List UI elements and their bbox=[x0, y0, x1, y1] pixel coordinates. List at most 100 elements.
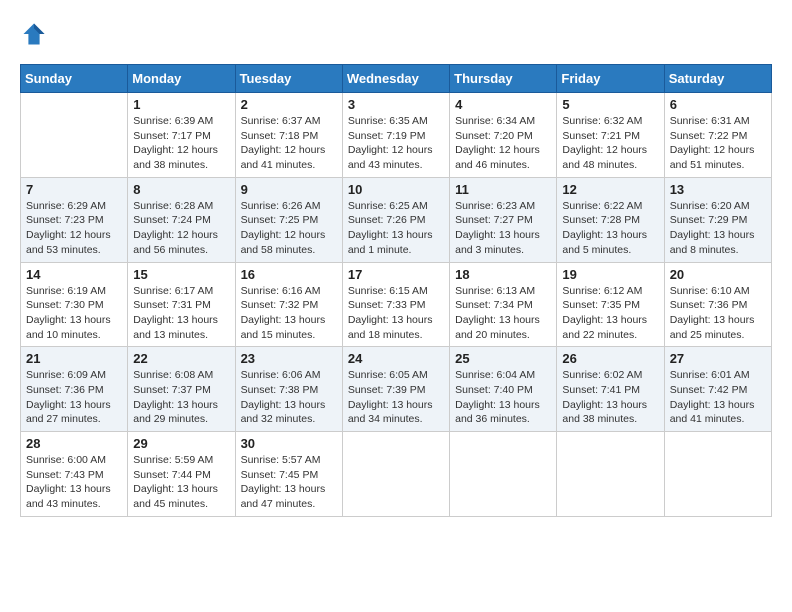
day-number: 16 bbox=[241, 267, 337, 282]
weekday-header: Saturday bbox=[664, 65, 771, 93]
day-info: Sunrise: 6:01 AMSunset: 7:42 PMDaylight:… bbox=[670, 368, 766, 427]
calendar-cell: 16 Sunrise: 6:16 AMSunset: 7:32 PMDayligh… bbox=[235, 262, 342, 347]
day-info: Sunrise: 6:00 AMSunset: 7:43 PMDaylight:… bbox=[26, 453, 122, 512]
calendar-cell: 27 Sunrise: 6:01 AMSunset: 7:42 PMDayligh… bbox=[664, 347, 771, 432]
calendar-cell: 5 Sunrise: 6:32 AMSunset: 7:21 PMDaylight… bbox=[557, 93, 664, 178]
day-info: Sunrise: 6:29 AMSunset: 7:23 PMDaylight:… bbox=[26, 199, 122, 258]
day-number: 3 bbox=[348, 97, 444, 112]
day-info: Sunrise: 6:05 AMSunset: 7:39 PMDaylight:… bbox=[348, 368, 444, 427]
calendar-cell: 4 Sunrise: 6:34 AMSunset: 7:20 PMDaylight… bbox=[450, 93, 557, 178]
day-info: Sunrise: 5:57 AMSunset: 7:45 PMDaylight:… bbox=[241, 453, 337, 512]
day-number: 24 bbox=[348, 351, 444, 366]
logo bbox=[20, 20, 52, 48]
calendar-cell: 14 Sunrise: 6:19 AMSunset: 7:30 PMDayligh… bbox=[21, 262, 128, 347]
day-number: 8 bbox=[133, 182, 229, 197]
day-info: Sunrise: 6:37 AMSunset: 7:18 PMDaylight:… bbox=[241, 114, 337, 173]
day-info: Sunrise: 6:26 AMSunset: 7:25 PMDaylight:… bbox=[241, 199, 337, 258]
calendar-cell bbox=[21, 93, 128, 178]
calendar-week-row: 1 Sunrise: 6:39 AMSunset: 7:17 PMDaylight… bbox=[21, 93, 772, 178]
day-info: Sunrise: 6:34 AMSunset: 7:20 PMDaylight:… bbox=[455, 114, 551, 173]
day-info: Sunrise: 6:17 AMSunset: 7:31 PMDaylight:… bbox=[133, 284, 229, 343]
day-number: 29 bbox=[133, 436, 229, 451]
day-number: 28 bbox=[26, 436, 122, 451]
calendar-cell bbox=[557, 432, 664, 517]
weekday-header: Sunday bbox=[21, 65, 128, 93]
day-number: 1 bbox=[133, 97, 229, 112]
day-info: Sunrise: 6:13 AMSunset: 7:34 PMDaylight:… bbox=[455, 284, 551, 343]
day-number: 25 bbox=[455, 351, 551, 366]
day-number: 10 bbox=[348, 182, 444, 197]
day-number: 30 bbox=[241, 436, 337, 451]
calendar-cell: 13 Sunrise: 6:20 AMSunset: 7:29 PMDayligh… bbox=[664, 177, 771, 262]
calendar-cell: 15 Sunrise: 6:17 AMSunset: 7:31 PMDayligh… bbox=[128, 262, 235, 347]
day-info: Sunrise: 6:32 AMSunset: 7:21 PMDaylight:… bbox=[562, 114, 658, 173]
calendar-cell: 21 Sunrise: 6:09 AMSunset: 7:36 PMDayligh… bbox=[21, 347, 128, 432]
calendar-cell: 30 Sunrise: 5:57 AMSunset: 7:45 PMDayligh… bbox=[235, 432, 342, 517]
weekday-header: Wednesday bbox=[342, 65, 449, 93]
calendar-header-row: SundayMondayTuesdayWednesdayThursdayFrid… bbox=[21, 65, 772, 93]
calendar-cell: 11 Sunrise: 6:23 AMSunset: 7:27 PMDayligh… bbox=[450, 177, 557, 262]
day-number: 5 bbox=[562, 97, 658, 112]
day-number: 17 bbox=[348, 267, 444, 282]
day-number: 2 bbox=[241, 97, 337, 112]
day-info: Sunrise: 6:15 AMSunset: 7:33 PMDaylight:… bbox=[348, 284, 444, 343]
calendar-cell: 10 Sunrise: 6:25 AMSunset: 7:26 PMDayligh… bbox=[342, 177, 449, 262]
calendar-cell: 20 Sunrise: 6:10 AMSunset: 7:36 PMDayligh… bbox=[664, 262, 771, 347]
day-number: 21 bbox=[26, 351, 122, 366]
weekday-header: Thursday bbox=[450, 65, 557, 93]
calendar-cell bbox=[450, 432, 557, 517]
day-number: 18 bbox=[455, 267, 551, 282]
calendar-cell: 7 Sunrise: 6:29 AMSunset: 7:23 PMDaylight… bbox=[21, 177, 128, 262]
day-info: Sunrise: 6:12 AMSunset: 7:35 PMDaylight:… bbox=[562, 284, 658, 343]
day-info: Sunrise: 6:19 AMSunset: 7:30 PMDaylight:… bbox=[26, 284, 122, 343]
day-number: 27 bbox=[670, 351, 766, 366]
calendar-cell: 29 Sunrise: 5:59 AMSunset: 7:44 PMDayligh… bbox=[128, 432, 235, 517]
day-number: 13 bbox=[670, 182, 766, 197]
day-number: 11 bbox=[455, 182, 551, 197]
calendar-cell: 17 Sunrise: 6:15 AMSunset: 7:33 PMDayligh… bbox=[342, 262, 449, 347]
day-number: 9 bbox=[241, 182, 337, 197]
day-info: Sunrise: 6:20 AMSunset: 7:29 PMDaylight:… bbox=[670, 199, 766, 258]
calendar-cell: 1 Sunrise: 6:39 AMSunset: 7:17 PMDaylight… bbox=[128, 93, 235, 178]
day-info: Sunrise: 6:06 AMSunset: 7:38 PMDaylight:… bbox=[241, 368, 337, 427]
day-info: Sunrise: 6:09 AMSunset: 7:36 PMDaylight:… bbox=[26, 368, 122, 427]
weekday-header: Tuesday bbox=[235, 65, 342, 93]
calendar-cell: 8 Sunrise: 6:28 AMSunset: 7:24 PMDaylight… bbox=[128, 177, 235, 262]
calendar-cell: 9 Sunrise: 6:26 AMSunset: 7:25 PMDaylight… bbox=[235, 177, 342, 262]
day-info: Sunrise: 6:25 AMSunset: 7:26 PMDaylight:… bbox=[348, 199, 444, 258]
day-info: Sunrise: 6:35 AMSunset: 7:19 PMDaylight:… bbox=[348, 114, 444, 173]
calendar-week-row: 14 Sunrise: 6:19 AMSunset: 7:30 PMDayligh… bbox=[21, 262, 772, 347]
day-info: Sunrise: 6:31 AMSunset: 7:22 PMDaylight:… bbox=[670, 114, 766, 173]
day-info: Sunrise: 6:10 AMSunset: 7:36 PMDaylight:… bbox=[670, 284, 766, 343]
day-number: 12 bbox=[562, 182, 658, 197]
calendar-week-row: 28 Sunrise: 6:00 AMSunset: 7:43 PMDayligh… bbox=[21, 432, 772, 517]
calendar-cell bbox=[342, 432, 449, 517]
day-number: 14 bbox=[26, 267, 122, 282]
day-info: Sunrise: 6:16 AMSunset: 7:32 PMDaylight:… bbox=[241, 284, 337, 343]
day-info: Sunrise: 6:39 AMSunset: 7:17 PMDaylight:… bbox=[133, 114, 229, 173]
calendar-cell: 19Sunrise: 6:12 AMSunset: 7:35 PMDayligh… bbox=[557, 262, 664, 347]
day-number: 6 bbox=[670, 97, 766, 112]
day-number: 23 bbox=[241, 351, 337, 366]
day-info: Sunrise: 6:08 AMSunset: 7:37 PMDaylight:… bbox=[133, 368, 229, 427]
day-number: 26 bbox=[562, 351, 658, 366]
calendar-cell: 28 Sunrise: 6:00 AMSunset: 7:43 PMDayligh… bbox=[21, 432, 128, 517]
day-info: Sunrise: 6:02 AMSunset: 7:41 PMDaylight:… bbox=[562, 368, 658, 427]
day-info: Sunrise: 6:04 AMSunset: 7:40 PMDaylight:… bbox=[455, 368, 551, 427]
calendar-cell: 22Sunrise: 6:08 AMSunset: 7:37 PMDayligh… bbox=[128, 347, 235, 432]
calendar-cell: 25 Sunrise: 6:04 AMSunset: 7:40 PMDayligh… bbox=[450, 347, 557, 432]
day-info: Sunrise: 6:23 AMSunset: 7:27 PMDaylight:… bbox=[455, 199, 551, 258]
day-number: 15 bbox=[133, 267, 229, 282]
calendar-cell: 23 Sunrise: 6:06 AMSunset: 7:38 PMDayligh… bbox=[235, 347, 342, 432]
day-info: Sunrise: 5:59 AMSunset: 7:44 PMDaylight:… bbox=[133, 453, 229, 512]
day-info: Sunrise: 6:28 AMSunset: 7:24 PMDaylight:… bbox=[133, 199, 229, 258]
calendar-cell: 3 Sunrise: 6:35 AMSunset: 7:19 PMDaylight… bbox=[342, 93, 449, 178]
day-number: 20 bbox=[670, 267, 766, 282]
day-number: 4 bbox=[455, 97, 551, 112]
logo-icon bbox=[20, 20, 48, 48]
day-number: 7 bbox=[26, 182, 122, 197]
calendar-cell: 26 Sunrise: 6:02 AMSunset: 7:41 PMDayligh… bbox=[557, 347, 664, 432]
day-info: Sunrise: 6:22 AMSunset: 7:28 PMDaylight:… bbox=[562, 199, 658, 258]
calendar-cell: 24 Sunrise: 6:05 AMSunset: 7:39 PMDayligh… bbox=[342, 347, 449, 432]
calendar-cell: 18 Sunrise: 6:13 AMSunset: 7:34 PMDayligh… bbox=[450, 262, 557, 347]
